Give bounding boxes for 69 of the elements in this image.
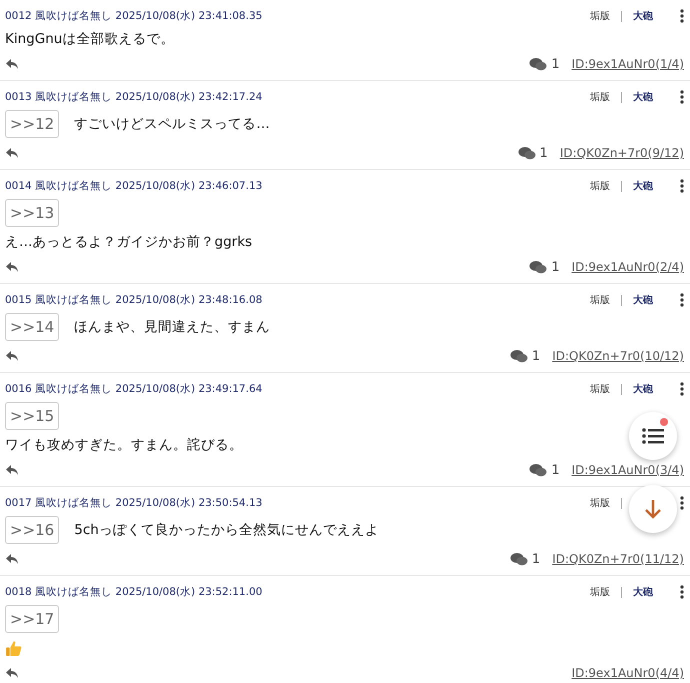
reply-arrow-icon[interactable] xyxy=(5,261,19,273)
post-body: ほんまや、見間違えた、すまん xyxy=(74,318,270,336)
reply-arrow-icon[interactable] xyxy=(5,667,19,679)
post-body: すごいけどスペルミスってる… xyxy=(74,115,270,133)
reply-anchor[interactable]: >>14 xyxy=(5,313,60,341)
poster-id-link[interactable]: ID:9ex1AuNr0(4/4) xyxy=(572,666,684,680)
post-header: 0018 風吹けば名無し 2025/10/08(水) 23:52:11.00 xyxy=(5,585,262,599)
reply-arrow-icon[interactable] xyxy=(5,350,19,362)
report-link[interactable]: 垢版 xyxy=(590,90,610,104)
post-header: 0015 風吹けば名無し 2025/10/08(水) 23:48:16.08 xyxy=(5,293,262,307)
report-link[interactable]: 垢版 xyxy=(590,179,610,193)
comments-icon[interactable] xyxy=(510,349,528,363)
reply-count[interactable]: 1 xyxy=(551,56,560,72)
cannon-link[interactable]: 大砲 xyxy=(633,9,653,23)
post-header: 0013 風吹けば名無し 2025/10/08(水) 23:42:17.24 xyxy=(5,90,262,104)
post-list-button[interactable] xyxy=(629,412,677,460)
poster-id-link[interactable]: ID:9ex1AuNr0(2/4) xyxy=(572,260,684,274)
post-body: え…あっとるよ？ガイジかお前？ggrks xyxy=(5,233,252,251)
more-icon[interactable] xyxy=(680,293,684,307)
cannon-link[interactable]: 大砲 xyxy=(633,90,653,104)
more-icon[interactable] xyxy=(680,585,684,599)
reply-anchor[interactable]: >>16 xyxy=(5,516,60,544)
reply-count[interactable]: 1 xyxy=(532,348,540,364)
post-header: 0012 風吹けば名無し 2025/10/08(水) 23:41:08.35 xyxy=(5,9,262,23)
poster-id-link[interactable]: ID:QK0Zn+7r0(9/12) xyxy=(560,146,684,160)
cannon-link[interactable]: 大砲 xyxy=(633,585,653,599)
reply-anchor[interactable]: >>12 xyxy=(5,110,60,138)
more-icon[interactable] xyxy=(680,382,684,396)
reply-arrow-icon[interactable] xyxy=(5,58,19,70)
reply-arrow-icon[interactable] xyxy=(5,553,19,565)
post-header: 0016 風吹けば名無し 2025/10/08(水) 23:49:17.64 xyxy=(5,382,262,396)
scroll-down-button[interactable] xyxy=(629,485,677,533)
reply-anchor[interactable]: >>15 xyxy=(5,402,60,430)
more-icon[interactable] xyxy=(680,9,684,23)
reply-count[interactable]: 1 xyxy=(551,260,560,274)
report-link[interactable]: 垢版 xyxy=(590,496,610,510)
poster-id-link[interactable]: ID:QK0Zn+7r0(10/12) xyxy=(552,349,684,363)
more-icon[interactable] xyxy=(680,90,684,104)
post-header: 0014 風吹けば名無し 2025/10/08(水) 23:46:07.13 xyxy=(5,179,262,193)
post-body: ワイも攻めすぎた。すまん。詫びる。 xyxy=(5,436,243,454)
report-link[interactable]: 垢版 xyxy=(590,9,610,23)
poster-id-link[interactable]: ID:9ex1AuNr0(1/4) xyxy=(572,57,684,71)
post-header: 0017 風吹けば名無し 2025/10/08(水) 23:50:54.13 xyxy=(5,496,262,510)
post-body: 5chっぽくて良かったから全然気にせんでええよ xyxy=(74,521,379,539)
poster-id-link[interactable]: ID:QK0Zn+7r0(11/12) xyxy=(552,552,684,566)
reply-arrow-icon[interactable] xyxy=(5,464,19,476)
reply-anchor[interactable]: >>13 xyxy=(5,199,60,227)
reply-anchor[interactable]: >>17 xyxy=(5,605,60,633)
comments-icon[interactable] xyxy=(529,260,548,274)
reply-count[interactable]: 1 xyxy=(551,462,560,478)
comments-icon[interactable] xyxy=(529,57,548,71)
poster-id-link[interactable]: ID:9ex1AuNr0(3/4) xyxy=(572,463,684,477)
reply-count[interactable]: 1 xyxy=(540,146,548,160)
report-link[interactable]: 垢版 xyxy=(590,382,610,396)
list-icon xyxy=(642,427,664,445)
report-link[interactable]: 垢版 xyxy=(590,585,610,599)
post-body: KingGnuは全部歌えるで。 xyxy=(5,30,174,48)
more-icon[interactable] xyxy=(680,496,684,510)
cannon-link[interactable]: 大砲 xyxy=(633,179,653,193)
cannon-link[interactable]: 大砲 xyxy=(633,293,653,307)
more-icon[interactable] xyxy=(680,179,684,193)
report-link[interactable]: 垢版 xyxy=(590,293,610,307)
arrow-down-icon xyxy=(644,499,662,519)
cannon-link[interactable]: 大砲 xyxy=(633,382,653,396)
reply-count[interactable]: 1 xyxy=(532,552,540,566)
comments-icon[interactable] xyxy=(529,463,548,477)
comments-icon[interactable] xyxy=(518,146,536,160)
reply-arrow-icon[interactable] xyxy=(5,147,19,159)
comments-icon[interactable] xyxy=(510,552,528,566)
